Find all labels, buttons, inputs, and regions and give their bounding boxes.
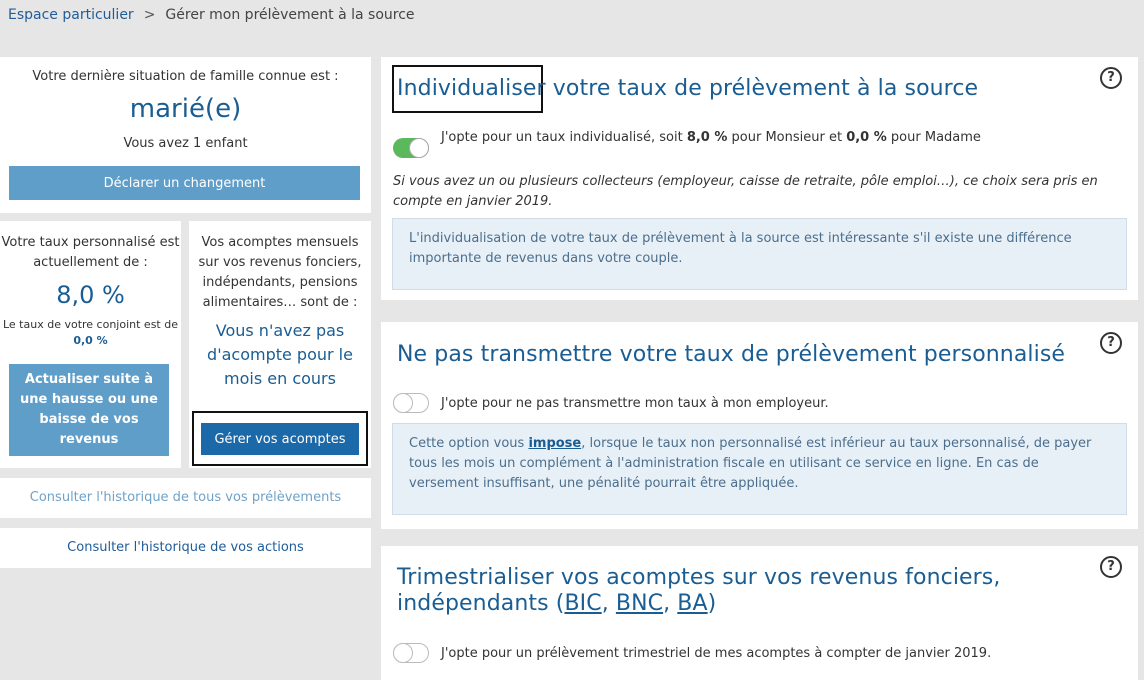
panel-title-line1: Trimestrialiser vos acomptes sur vos rev…	[397, 565, 1001, 590]
rate-monsieur: 8,0 %	[686, 130, 728, 145]
info-box: L'individualisation de votre taux de pré…	[392, 218, 1127, 290]
option-text-suffix: pour Madame	[886, 130, 981, 145]
spouse-rate-value: 0,0 %	[73, 334, 108, 347]
toggle-knob	[409, 138, 429, 158]
personal-rate-card: Votre taux personnalisé est actuellement…	[0, 221, 181, 468]
quarterly-option-text: J'opte pour un prélèvement trimestriel d…	[441, 646, 992, 661]
rate-madame: 0,0 %	[846, 130, 887, 145]
family-situation-label: Votre dernière situation de famille conn…	[32, 69, 339, 84]
bnc-link[interactable]: BNC	[616, 591, 663, 616]
breadcrumb-current: Gérer mon prélèvement à la source	[165, 7, 415, 23]
separator: ,	[601, 591, 616, 616]
personal-rate-label: Votre taux personnalisé est actuellement…	[1, 235, 180, 270]
panel-title: Individualiser votre taux de prélèvement…	[397, 76, 978, 101]
breadcrumb: Espace particulier > Gérer mon prélèvement…	[8, 7, 415, 23]
non-transmission-panel: Ne pas transmettre votre taux de prélève…	[381, 322, 1138, 529]
installments-label: Vos acomptes mensuels sur vos revenus fo…	[198, 235, 362, 310]
individualize-option-text: J'opte pour un taux individualisé, soit …	[441, 130, 981, 145]
spouse-rate-text: Le taux de votre conjoint est de 0,0 %	[0, 317, 181, 349]
ba-link[interactable]: BA	[677, 591, 707, 616]
family-status: marié(e)	[129, 94, 242, 124]
panel-title-line2: indépendants (	[397, 591, 565, 616]
panel-title-rest: votre taux de prélèvement à la source	[545, 76, 979, 101]
bic-link[interactable]: BIC	[564, 591, 601, 616]
info-text-emphasis: impose	[528, 436, 582, 451]
toggle-knob	[393, 643, 413, 663]
help-icon[interactable]: ?	[1100, 332, 1122, 354]
breadcrumb-home-link[interactable]: Espace particulier	[8, 7, 134, 23]
history-all-card: Consulter l'historique de tous vos prélè…	[0, 478, 371, 518]
panel-title-highlight: Individualiser	[397, 76, 546, 101]
personal-rate-value: 8,0 %	[56, 281, 125, 309]
toggle-knob	[393, 393, 413, 413]
help-icon[interactable]: ?	[1100, 67, 1122, 89]
quarterly-installments-panel: Trimestrialiser vos acomptes sur vos rev…	[381, 546, 1138, 680]
children-count: Vous avez 1 enfant	[123, 136, 248, 151]
history-all-link[interactable]: Consulter l'historique de tous vos prélè…	[30, 490, 341, 505]
separator: ,	[663, 591, 678, 616]
individualize-toggle[interactable]	[393, 138, 429, 158]
help-icon[interactable]: ?	[1100, 556, 1122, 578]
declare-change-button[interactable]: Déclarer un changement	[9, 166, 360, 200]
manage-installments-button[interactable]: Gérer vos acomptes	[201, 423, 359, 455]
quarterly-toggle[interactable]	[393, 643, 429, 663]
info-text-prefix: Cette option vous	[409, 436, 529, 451]
panel-title: Ne pas transmettre votre taux de prélève…	[397, 342, 1066, 367]
individualize-rate-panel: Individualiser votre taux de prélèvement…	[381, 57, 1138, 300]
breadcrumb-separator: >	[143, 7, 156, 23]
history-actions-card: Consulter l'historique de vos actions	[0, 528, 371, 568]
update-rate-button[interactable]: Actualiser suite à une hausse ou une bai…	[9, 364, 169, 456]
installments-card: Vos acomptes mensuels sur vos revenus fo…	[189, 221, 371, 468]
info-box: Cette option vous impose, lorsque le tau…	[392, 423, 1127, 515]
installments-message: Vous n'avez pas d'acompte pour le mois e…	[207, 321, 353, 388]
collectors-note: Si vous avez un ou plusieurs collecteurs…	[393, 174, 1098, 209]
non-transmission-toggle[interactable]	[393, 393, 429, 413]
non-transmission-option-text: J'opte pour ne pas transmettre mon taux …	[441, 396, 829, 411]
option-text-prefix: J'opte pour un taux individualisé, soit	[441, 130, 687, 145]
closing-paren: )	[707, 591, 717, 616]
option-text-mid: pour Monsieur et	[727, 130, 847, 145]
spouse-rate-label: Le taux de votre conjoint est de	[2, 318, 178, 331]
panel-title: Trimestrialiser vos acomptes sur vos rev…	[397, 565, 1000, 617]
family-situation-card: Votre dernière situation de famille conn…	[0, 57, 371, 213]
history-actions-link[interactable]: Consulter l'historique de vos actions	[67, 540, 304, 555]
